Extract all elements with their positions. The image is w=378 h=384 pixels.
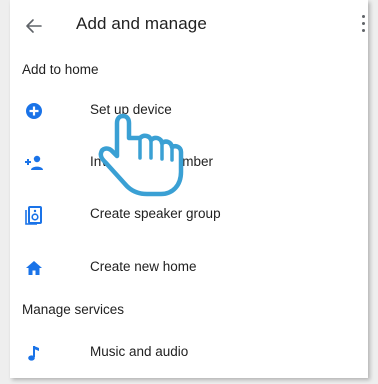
more-options-button[interactable] <box>360 12 368 38</box>
section-header-add-to-home: Add to home <box>22 62 99 77</box>
arrow-back-icon <box>26 19 42 33</box>
section-header-manage-services: Manage services <box>22 302 125 317</box>
menu-item-label: Create speaker group <box>90 206 221 221</box>
home-icon <box>26 261 42 275</box>
menu-item-music-and-audio[interactable]: Music and audio <box>10 330 368 376</box>
menu-item-label: Music and audio <box>90 344 189 359</box>
music-note-icon <box>28 346 39 361</box>
menu-item-create-new-home[interactable]: Create new home <box>10 245 368 291</box>
top-app-bar: Add and manage <box>10 0 368 54</box>
more-vert-icon <box>362 15 365 18</box>
menu-item-label: Create new home <box>90 259 197 274</box>
page-title: Add and manage <box>76 14 207 33</box>
person-add-icon <box>25 155 43 170</box>
add-circle-icon <box>26 103 42 119</box>
add-and-manage-screen: Add and manage Add to home Set up device… <box>10 0 368 378</box>
pointing-hand-icon <box>98 113 184 197</box>
speaker-group-icon <box>25 206 42 225</box>
back-button[interactable] <box>20 12 48 40</box>
